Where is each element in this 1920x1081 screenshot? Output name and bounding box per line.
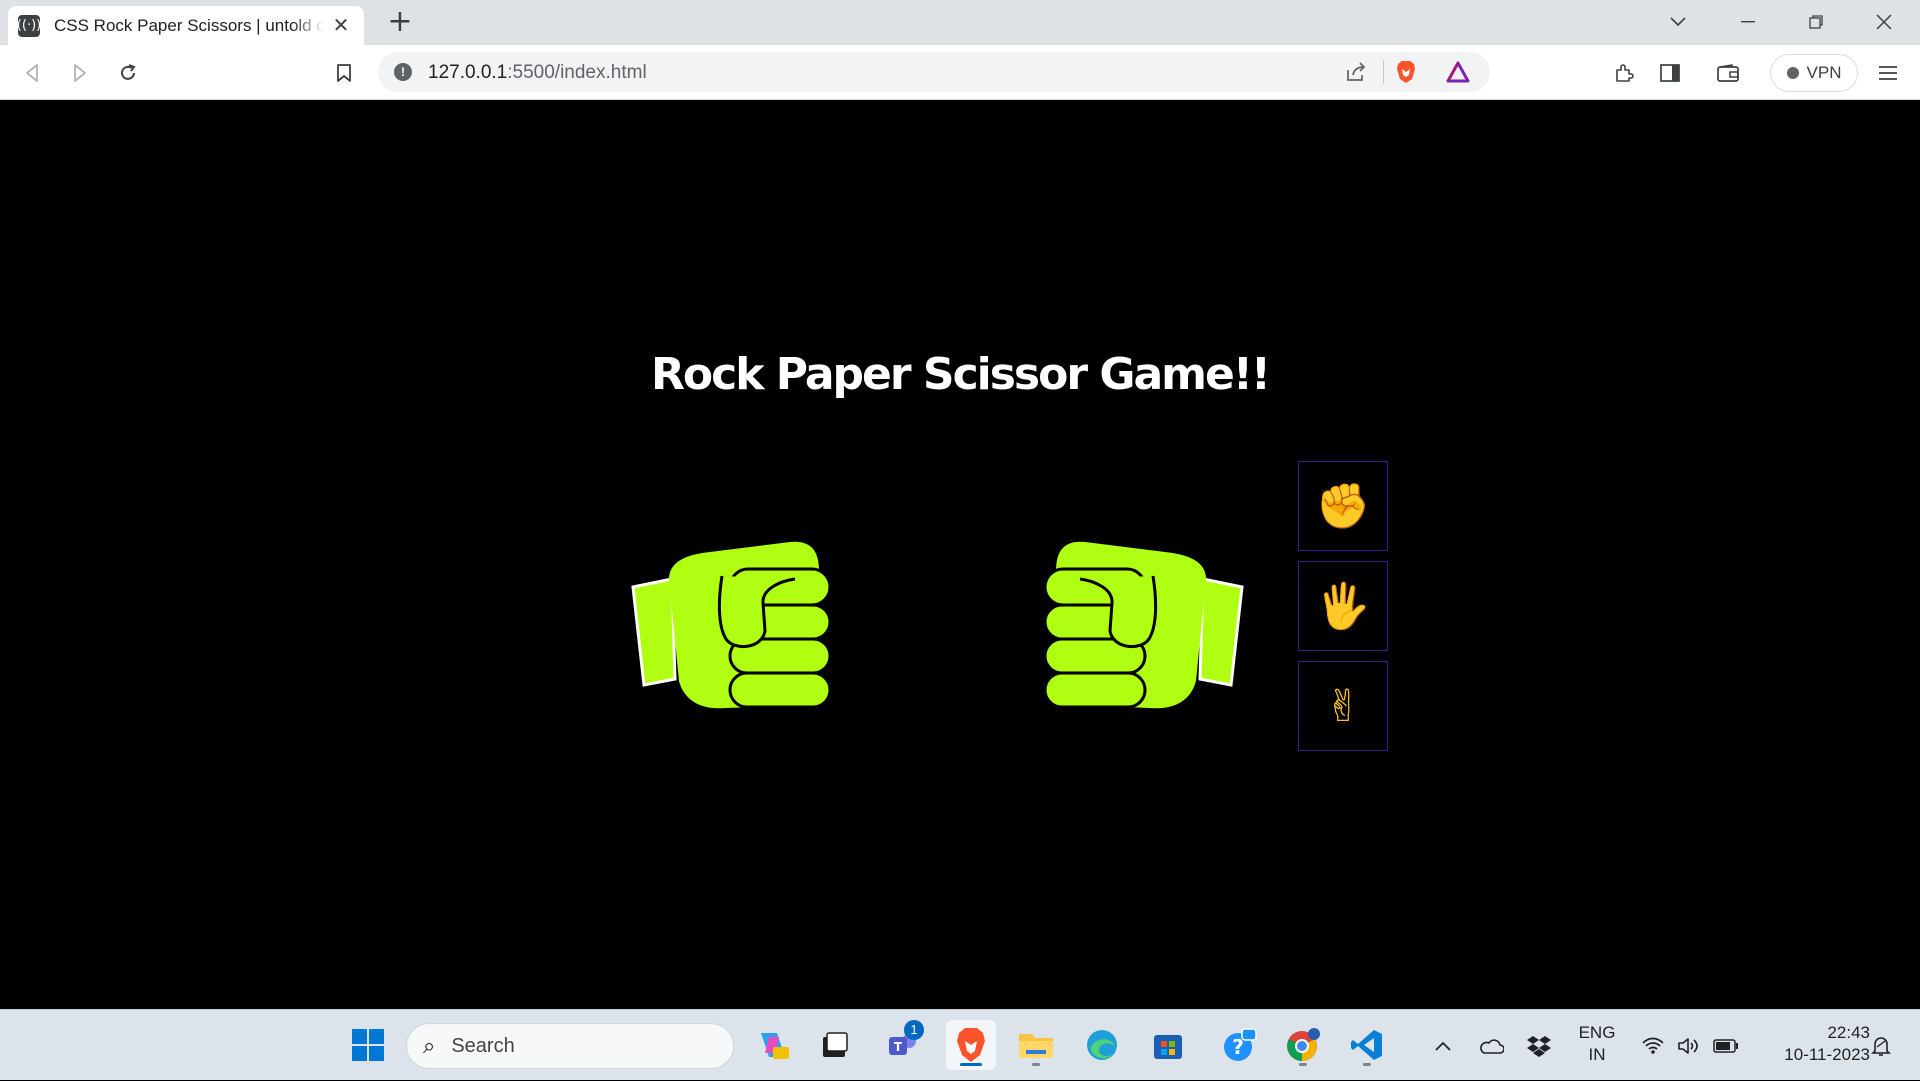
volume-icon[interactable]	[1674, 1010, 1704, 1081]
brave-browser-icon[interactable]	[946, 1020, 996, 1070]
site-info-icon[interactable]: !	[394, 63, 412, 81]
dropbox-icon[interactable]	[1524, 1010, 1554, 1081]
choice-buttons: ✊ 🖐 ✌	[1298, 461, 1388, 761]
tab-search-chevron-icon[interactable]	[1656, 6, 1700, 38]
battery-icon[interactable]	[1710, 1010, 1742, 1081]
address-bar[interactable]: ! 127.0.0.1:5500/index.html	[378, 52, 1490, 92]
vpn-label: VPN	[1806, 63, 1842, 82]
start-button[interactable]	[343, 1020, 393, 1070]
wifi-icon[interactable]	[1638, 1010, 1668, 1081]
search-icon: ⌕	[423, 1033, 436, 1059]
language-indicator[interactable]: ENG IN	[1574, 1022, 1620, 1066]
windows-taskbar: ⌕ Search T 1 ? ENG IN 22:43 10-11-2023	[0, 1009, 1920, 1080]
restore-button[interactable]	[1794, 6, 1838, 38]
extensions-icon[interactable]	[1608, 57, 1640, 89]
url-text[interactable]: 127.0.0.1:5500/index.html	[428, 62, 647, 84]
brave-rewards-icon[interactable]	[1442, 56, 1474, 88]
show-hidden-icons-chevron[interactable]	[1430, 1010, 1456, 1081]
player-hand	[630, 531, 835, 711]
svg-text:T: T	[894, 1040, 903, 1054]
browser-tab[interactable]: ((·)) CSS Rock Paper Scissors | untold d…	[8, 6, 364, 45]
get-help-icon[interactable]: ?	[1215, 1020, 1265, 1070]
new-tab-button[interactable]: +	[384, 6, 416, 38]
notification-badge: 1	[904, 1020, 924, 1040]
share-icon[interactable]	[1340, 56, 1372, 88]
scissors-button[interactable]: ✌	[1298, 661, 1388, 751]
search-placeholder: Search	[451, 1034, 515, 1057]
system-clock[interactable]: 22:43 10-11-2023	[1750, 1022, 1870, 1066]
chrome-icon[interactable]	[1278, 1020, 1328, 1070]
onedrive-icon[interactable]	[1476, 1010, 1506, 1081]
microsoft-store-icon[interactable]	[1143, 1020, 1193, 1070]
wallet-icon[interactable]	[1712, 57, 1744, 89]
file-explorer-icon[interactable]	[1011, 1020, 1061, 1070]
close-tab-icon[interactable]: ✕	[330, 14, 352, 36]
page-title: Rock Paper Scissor Game!!	[651, 349, 1271, 400]
taskbar-search[interactable]: ⌕ Search	[406, 1023, 734, 1069]
back-button[interactable]	[16, 57, 48, 89]
vpn-button[interactable]: VPN	[1770, 54, 1858, 92]
edge-icon[interactable]	[1077, 1020, 1127, 1070]
computer-hand	[1040, 531, 1245, 711]
broadcast-icon: ((·))	[17, 14, 41, 37]
rock-button[interactable]: ✊	[1298, 461, 1388, 551]
vpn-status-icon	[1786, 67, 1799, 79]
teams-icon[interactable]: T 1	[878, 1020, 928, 1070]
notification-center-icon[interactable]	[1866, 1010, 1896, 1081]
menu-icon[interactable]	[1872, 57, 1904, 89]
browser-toolbar: ! 127.0.0.1:5500/index.html VPN	[0, 45, 1920, 100]
close-window-button[interactable]	[1862, 6, 1906, 38]
sidebar-icon[interactable]	[1654, 57, 1686, 89]
copilot-icon[interactable]	[748, 1020, 798, 1070]
reload-button[interactable]	[112, 57, 144, 89]
forward-button[interactable]	[64, 57, 96, 89]
tab-strip: ((·)) CSS Rock Paper Scissors | untold d…	[0, 0, 1920, 45]
minimize-button[interactable]	[1726, 6, 1770, 38]
task-view-icon[interactable]	[810, 1020, 860, 1070]
vscode-icon[interactable]	[1342, 1020, 1392, 1070]
bookmark-icon[interactable]	[328, 57, 360, 89]
paper-button[interactable]: 🖐	[1298, 561, 1388, 651]
tab-title: CSS Rock Paper Scissors | untold design	[54, 15, 324, 35]
brave-shields-icon[interactable]	[1390, 56, 1422, 88]
game-page: Rock Paper Scissor Game!! ✊ 🖐 ✌	[0, 101, 1920, 1009]
